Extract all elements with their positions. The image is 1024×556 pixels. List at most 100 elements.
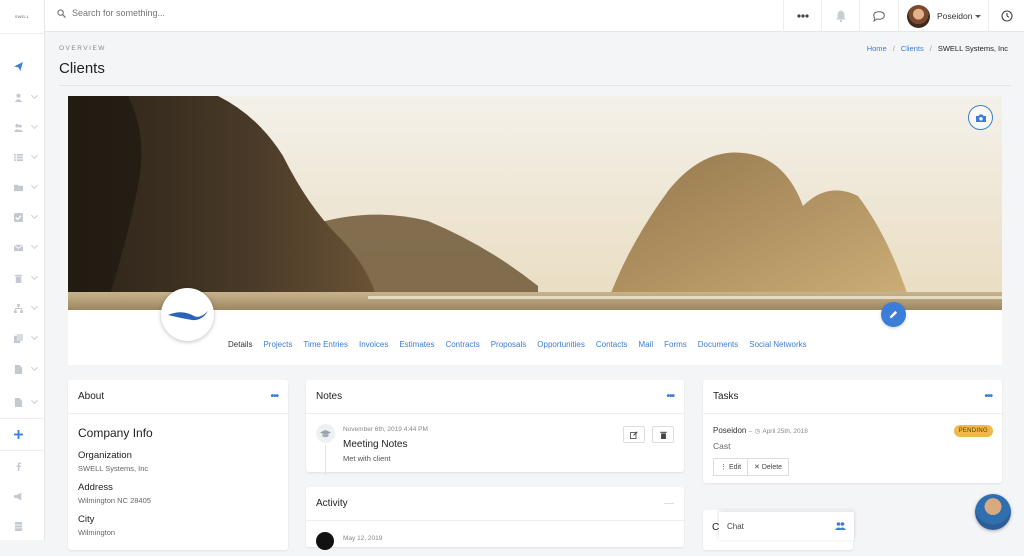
sidebar-item-hierarchy[interactable] xyxy=(0,298,45,318)
tab-estimates[interactable]: Estimates xyxy=(399,340,434,349)
messages-button[interactable] xyxy=(859,0,897,32)
search-box[interactable] xyxy=(57,8,272,18)
task-date: April 25th, 2018 xyxy=(762,428,808,435)
field-value: SWELL Systems, Inc xyxy=(78,464,149,473)
notifications-button[interactable] xyxy=(821,0,859,32)
sidebar-item-file[interactable] xyxy=(0,359,45,379)
search-input[interactable] xyxy=(72,8,272,18)
chat-bubble-icon xyxy=(872,10,885,22)
time-tracker-button[interactable] xyxy=(988,0,1024,32)
about-menu-icon[interactable]: ••• xyxy=(270,391,278,402)
sitemap-icon xyxy=(14,303,23,313)
sidebar-divider xyxy=(0,450,45,451)
company-info-heading: Company Info xyxy=(78,426,153,440)
page-title: Clients xyxy=(59,60,105,77)
sidebar-item-list[interactable] xyxy=(0,147,45,167)
edit-profile-button[interactable] xyxy=(881,302,906,327)
trash-icon xyxy=(14,274,23,283)
user-name: Poseidon xyxy=(937,11,973,21)
sidebar-item-database[interactable] xyxy=(0,516,45,536)
cover-image xyxy=(68,96,1002,310)
tab-mail[interactable]: Mail xyxy=(638,340,653,349)
search-icon xyxy=(57,8,66,18)
sidebar-item-mail[interactable] xyxy=(0,237,45,257)
delete-task-label: Delete xyxy=(761,464,783,471)
tab-contacts[interactable]: Contacts xyxy=(596,340,628,349)
edit-task-button[interactable]: ⋮ Edit xyxy=(713,458,749,476)
breadcrumb-home[interactable]: Home xyxy=(867,44,887,53)
task-meta: Poseidon – ◷ April 25th, 2018 xyxy=(713,426,992,435)
notes-card-title: Notes xyxy=(316,391,343,402)
brand-logo[interactable]: SWELL xyxy=(0,0,44,34)
chat-label: Chat xyxy=(727,521,744,531)
tab-details[interactable]: Details xyxy=(228,340,252,349)
sidebar-item-send[interactable] xyxy=(0,56,45,76)
edit-note-button[interactable] xyxy=(623,426,645,443)
notes-menu-icon[interactable]: ••• xyxy=(666,391,674,402)
edit-task-label: Edit xyxy=(728,464,742,471)
sidebar-item-user[interactable] xyxy=(0,87,45,107)
tasks-card-title: Tasks xyxy=(713,391,739,402)
sidebar-item-file-2[interactable] xyxy=(0,392,45,412)
breadcrumb-clients[interactable]: Clients xyxy=(901,44,924,53)
breadcrumb-separator: / xyxy=(929,44,932,53)
sidebar-item-users[interactable] xyxy=(0,117,45,137)
sidebar-item-copy[interactable] xyxy=(0,328,45,348)
tab-invoices[interactable]: Invoices xyxy=(359,340,388,349)
sidebar-item-facebook[interactable] xyxy=(0,456,45,476)
notes-card: Notes ••• November 6th, 2019 4:44 PM Mee… xyxy=(306,380,684,475)
paper-plane-icon xyxy=(14,61,23,71)
change-cover-button[interactable] xyxy=(968,105,993,130)
tab-projects[interactable]: Projects xyxy=(263,340,292,349)
status-badge: PENDING xyxy=(953,425,993,437)
chat-agent-avatar[interactable] xyxy=(975,494,1011,530)
timeline-line xyxy=(325,445,326,475)
activity-card-title: Activity xyxy=(316,498,348,509)
delete-note-button[interactable] xyxy=(652,426,674,443)
breadcrumb-current: SWELL Systems, Inc xyxy=(937,44,1008,53)
about-card-header: About ••• xyxy=(68,380,288,414)
tab-opportunities[interactable]: Opportunities xyxy=(537,340,585,349)
sidebar-divider xyxy=(0,418,45,419)
clock-icon: ◷ xyxy=(754,428,761,435)
delete-task-button[interactable]: ✕ Delete xyxy=(748,458,790,476)
activity-avatar xyxy=(316,532,334,550)
field-label: Organization xyxy=(78,450,132,461)
tab-social-networks[interactable]: Social Networks xyxy=(749,340,806,349)
more-button[interactable] xyxy=(783,0,821,32)
chevron-down-icon xyxy=(975,14,982,18)
ellipsis-icon xyxy=(796,14,809,18)
tab-documents[interactable]: Documents xyxy=(698,340,738,349)
facebook-icon xyxy=(16,461,22,471)
ellipsis-v-icon: ⋮ xyxy=(720,464,729,471)
user-menu[interactable]: Poseidon xyxy=(898,0,988,32)
megaphone-icon xyxy=(14,491,22,501)
file-icon xyxy=(14,364,23,374)
breadcrumb-separator: / xyxy=(892,44,895,53)
sidebar: SWELL xyxy=(0,0,45,540)
header-divider xyxy=(59,85,1011,86)
activity-card-header: Activity — xyxy=(306,487,684,521)
tab-time-entries[interactable]: Time Entries xyxy=(303,340,348,349)
chat-widget[interactable]: Chat xyxy=(719,512,854,540)
tasks-menu-icon[interactable]: ••• xyxy=(984,391,992,402)
tab-proposals[interactable]: Proposals xyxy=(491,340,527,349)
users-icon xyxy=(14,123,23,132)
clock-icon xyxy=(1000,10,1013,22)
collapse-icon[interactable]: — xyxy=(664,498,674,509)
sidebar-item-trash[interactable] xyxy=(0,268,45,288)
sidebar-item-announcements[interactable] xyxy=(0,486,45,506)
folder-icon xyxy=(14,184,23,191)
close-icon: ✕ xyxy=(754,464,762,471)
field-value: Wilmington NC 28405 xyxy=(78,496,151,505)
sidebar-item-folder[interactable] xyxy=(0,177,45,197)
database-icon xyxy=(14,521,23,531)
sidebar-item-tasks[interactable] xyxy=(0,207,45,227)
profile-tabs: Details Projects Time Entries Invoices E… xyxy=(228,340,807,349)
tab-contracts[interactable]: Contracts xyxy=(445,340,479,349)
tasks-card-header: Tasks ••• xyxy=(703,380,1002,414)
graduation-cap-icon xyxy=(316,424,335,443)
sidebar-add-button[interactable] xyxy=(0,424,45,444)
client-logo[interactable] xyxy=(161,288,214,341)
tab-forms[interactable]: Forms xyxy=(664,340,687,349)
